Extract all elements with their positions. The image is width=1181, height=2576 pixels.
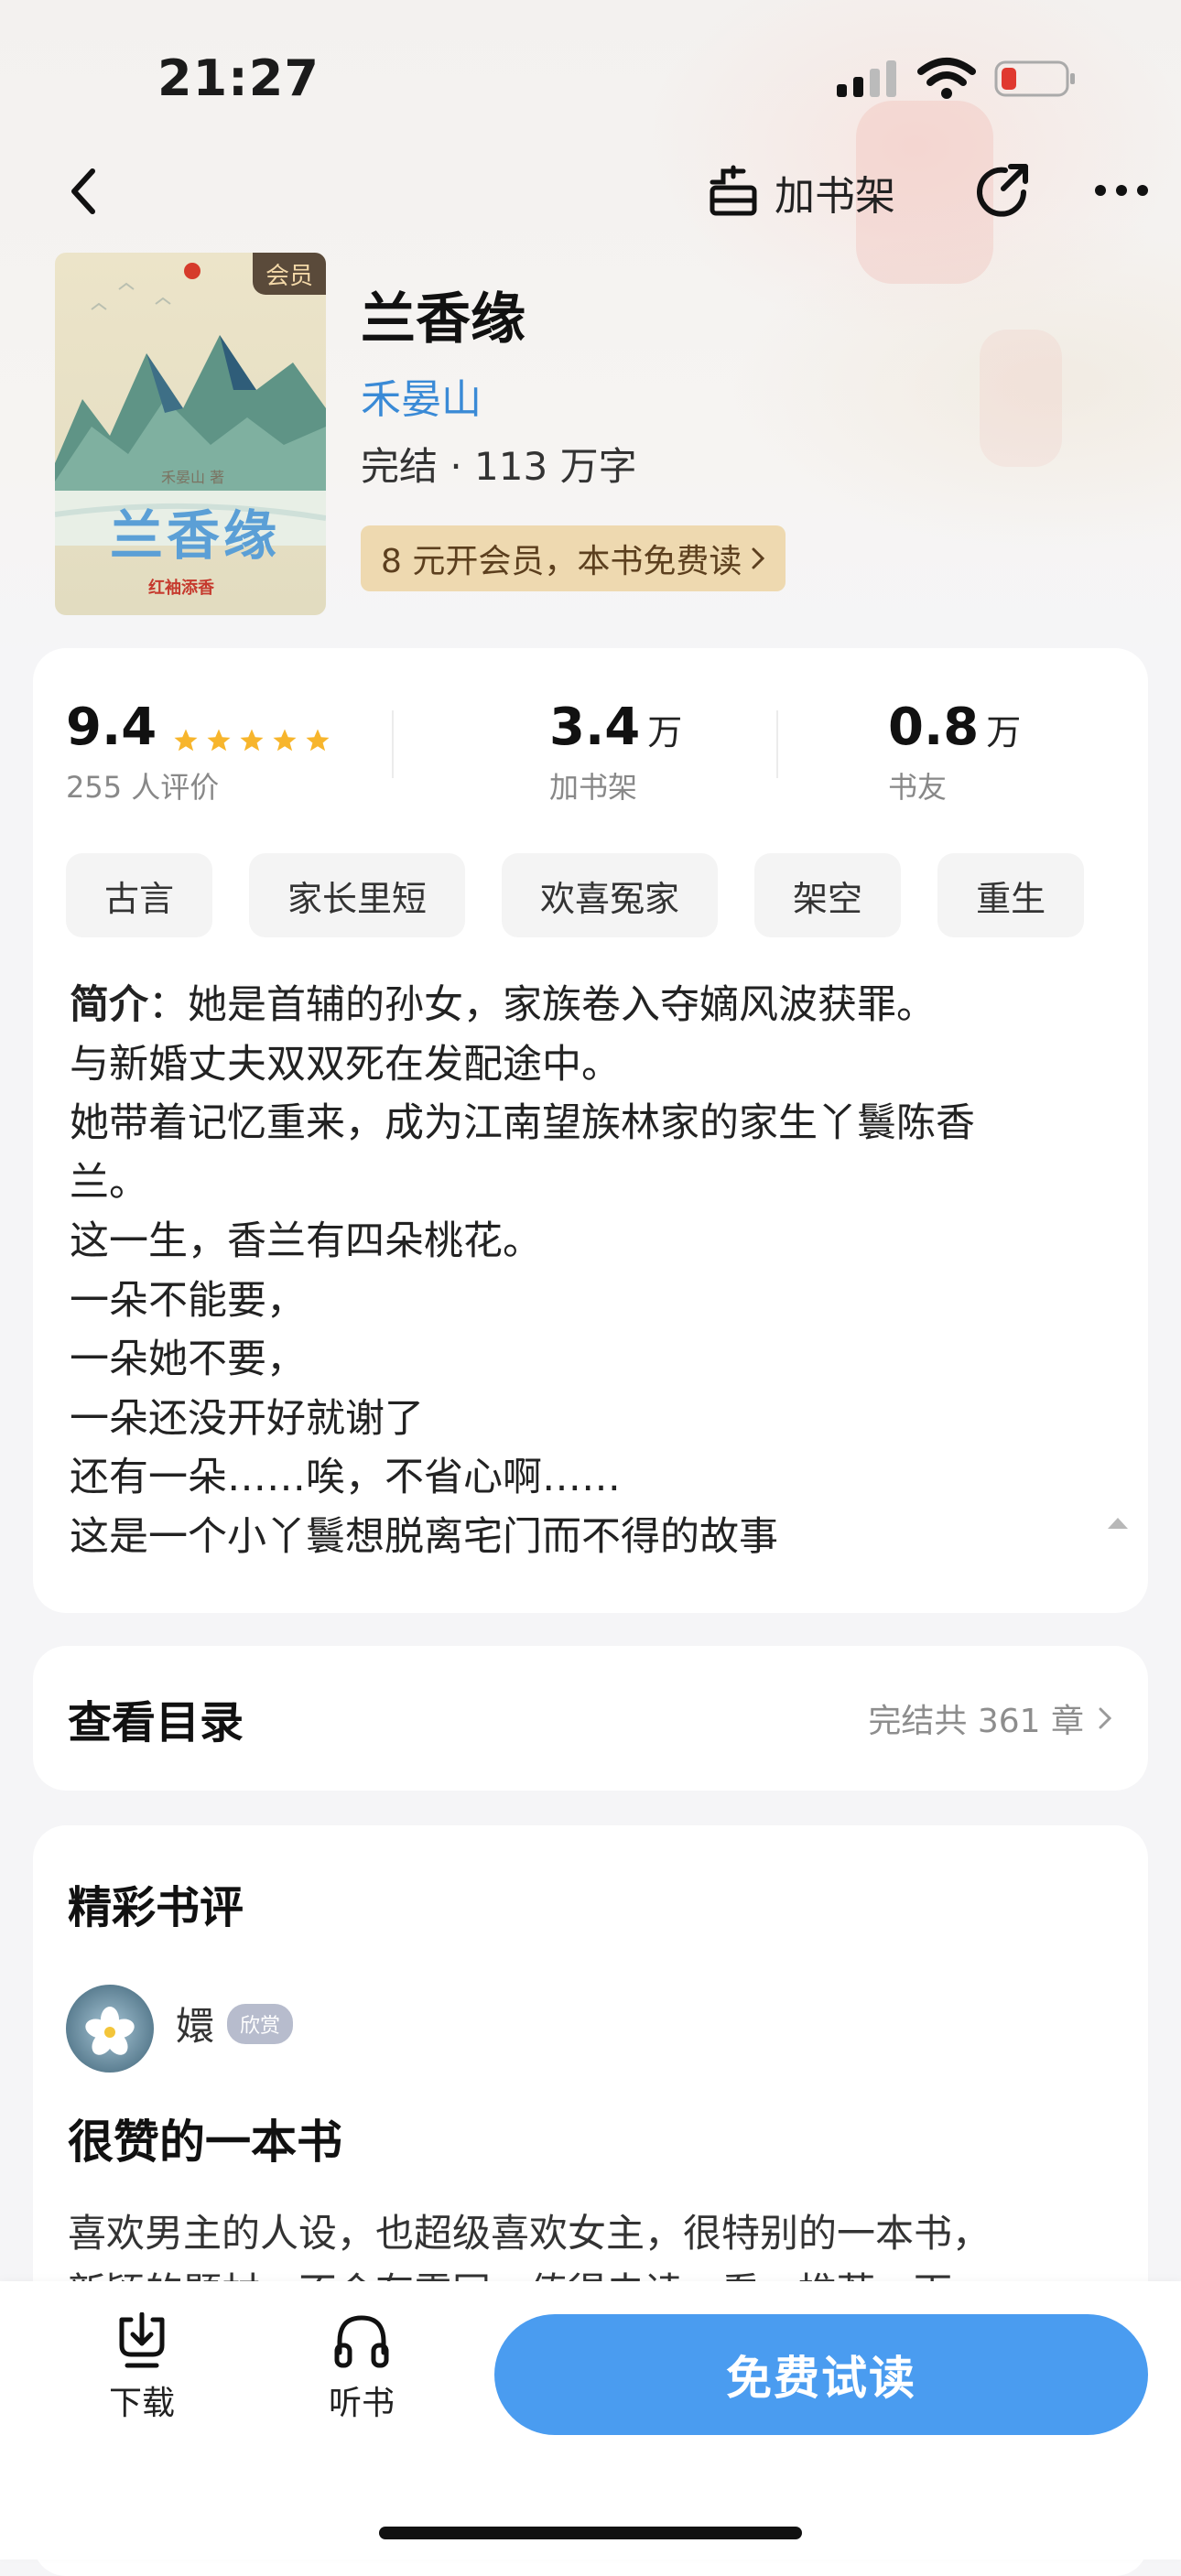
star-icon xyxy=(273,729,297,751)
download-button[interactable]: 下载 xyxy=(82,2312,201,2424)
download-icon xyxy=(119,2312,165,2368)
review-body-line: 喜欢男主的人设，也超级喜欢女主，很特别的一本书， xyxy=(68,2211,991,2256)
back-button[interactable] xyxy=(55,159,110,223)
synopsis-prefix: 简介 xyxy=(70,982,148,1028)
more-options-button[interactable] xyxy=(1089,157,1154,223)
bottom-action-bar: 下载 听书 免费试读 xyxy=(0,2281,1181,2560)
tag-chip[interactable]: 重生 xyxy=(937,853,1085,937)
wifi-icon xyxy=(917,58,976,99)
synopsis-line: 这一生，香兰有四朵桃花。 xyxy=(70,1218,542,1264)
star-icon xyxy=(306,729,330,751)
toc-title: 查看目录 xyxy=(68,1697,244,1748)
cover-author: 禾晏山 著 xyxy=(161,469,225,486)
lantern-decoration-small xyxy=(980,330,1062,467)
toc-summary-group: 完结共 361 章 xyxy=(868,1694,1111,1742)
star-icon xyxy=(207,729,231,751)
chevron-right-icon xyxy=(752,547,765,569)
chevron-left-icon xyxy=(71,168,95,214)
share-icon xyxy=(977,164,1028,217)
synopsis-line: 一朵还没开好就谢了 xyxy=(70,1395,424,1442)
tag-chip[interactable]: 欢喜冤家 xyxy=(502,853,719,937)
collapse-triangle-icon[interactable] xyxy=(1106,1514,1130,1532)
avatar[interactable] xyxy=(66,1985,154,2073)
listen-button[interactable]: 听书 xyxy=(302,2312,421,2424)
shelf-label: 加书架 xyxy=(549,770,638,805)
add-to-shelf-button[interactable]: 加书架 xyxy=(705,157,895,227)
rating-stat: 9.4 255 人评价 xyxy=(66,698,331,806)
tag-chip[interactable]: 架空 xyxy=(754,853,902,937)
shelf-unit: 万 xyxy=(647,712,683,752)
tag-chip[interactable]: 古言 xyxy=(66,853,213,937)
vip-promo-button[interactable]: 8 元开会员，本书免费读 xyxy=(361,525,786,591)
battery-low-icon xyxy=(994,60,1075,97)
synopsis-line: 与新婚丈夫双双死在发配途中。 xyxy=(70,1041,621,1088)
free-trial-read-button[interactable]: 免费试读 xyxy=(494,2314,1148,2435)
chevron-right-icon xyxy=(1099,1707,1111,1729)
vip-promo-label: 8 元开会员，本书免费读 xyxy=(381,543,742,580)
synopsis-line: 兰。 xyxy=(70,1159,148,1206)
fans-unit: 万 xyxy=(986,712,1022,752)
synopsis-line: 一朵不能要， xyxy=(70,1277,306,1324)
status-bar: 21:27 xyxy=(0,0,1181,156)
synopsis-line: 一朵她不要， xyxy=(70,1337,306,1382)
synopsis-line: 还有一朵……唉，不省心啊…… xyxy=(70,1455,621,1500)
book-title: 兰香缘 xyxy=(361,287,525,352)
home-indicator xyxy=(379,2527,802,2539)
book-synopsis[interactable]: 简介：她是首辅的孙女，家族卷入夺嫡风波获罪。 与新婚丈夫双双死在发配途中。 她带… xyxy=(70,976,1095,1566)
table-of-contents-row[interactable]: 查看目录 完结共 361 章 xyxy=(33,1646,1148,1791)
cover-title: 兰香缘 xyxy=(110,504,281,567)
tag-list: 古言 家长里短 欢喜冤家 架空 重生 xyxy=(66,853,1085,937)
fans-label: 书友 xyxy=(888,770,948,805)
download-label: 下载 xyxy=(108,2385,175,2422)
book-meta: 完结 · 113 万字 xyxy=(361,444,637,489)
synopsis-line: 简介：她是首辅的孙女，家族卷入夺嫡风波获罪。 xyxy=(70,976,1095,1035)
share-button[interactable] xyxy=(969,157,1035,223)
cover-vip-badge: 会员 xyxy=(253,253,326,295)
shelf-stat: 3.4 万 加书架 xyxy=(549,698,682,806)
status-time: 21:27 xyxy=(157,49,320,107)
headphones-icon xyxy=(334,2315,389,2368)
add-shelf-icon xyxy=(710,165,757,216)
stat-divider xyxy=(776,710,778,778)
shelf-count: 3.4 xyxy=(549,698,641,757)
rating-stars xyxy=(172,727,331,754)
toc-summary: 完结共 361 章 xyxy=(868,1703,1084,1740)
stat-divider xyxy=(392,710,394,778)
book-author-link[interactable]: 禾晏山 xyxy=(361,366,482,425)
flower-avatar-image xyxy=(85,2007,135,2055)
fans-count: 0.8 xyxy=(888,698,980,757)
star-icon xyxy=(174,729,198,751)
listen-label: 听书 xyxy=(328,2385,395,2422)
more-dots-icon xyxy=(1095,185,1148,196)
rating-count: 255 人评价 xyxy=(66,770,220,805)
synopsis-line: 这是一个小丫鬟想脱离宅门而不得的故事 xyxy=(70,1513,778,1560)
reviews-heading: 精彩书评 xyxy=(68,1882,244,1933)
cover-publisher-logo: 红袖添香 xyxy=(148,579,214,598)
tag-chip[interactable]: 家长里短 xyxy=(249,853,466,937)
review-user: 嬛 欣赏 xyxy=(176,1996,294,2051)
book-detail-card: 9.4 255 人评价 3.4 万 加书架 0.8 万 书友 古言 家长里短 欢喜冤… xyxy=(33,648,1148,1613)
cellular-signal-icon xyxy=(837,60,896,97)
review-user-badge: 欣赏 xyxy=(227,2003,294,2044)
star-icon xyxy=(240,729,264,751)
review-title[interactable]: 很赞的一本书 xyxy=(68,2105,342,2171)
top-nav: 加书架 xyxy=(0,146,1181,247)
fans-stat[interactable]: 0.8 万 书友 xyxy=(888,698,1021,806)
add-shelf-label: 加书架 xyxy=(775,173,895,220)
book-cover[interactable]: 会员 禾晏山 著 兰香缘 红袖添香 xyxy=(55,253,326,615)
synopsis-line: 她带着记忆重来，成为江南望族林家的家生丫鬟陈香 xyxy=(70,1100,975,1146)
review-username[interactable]: 嬛 xyxy=(176,1996,214,2051)
rating-score: 9.4 xyxy=(66,698,157,757)
synopsis-text: ：她是首辅的孙女，家族卷入夺嫡风波获罪。 xyxy=(148,982,936,1028)
